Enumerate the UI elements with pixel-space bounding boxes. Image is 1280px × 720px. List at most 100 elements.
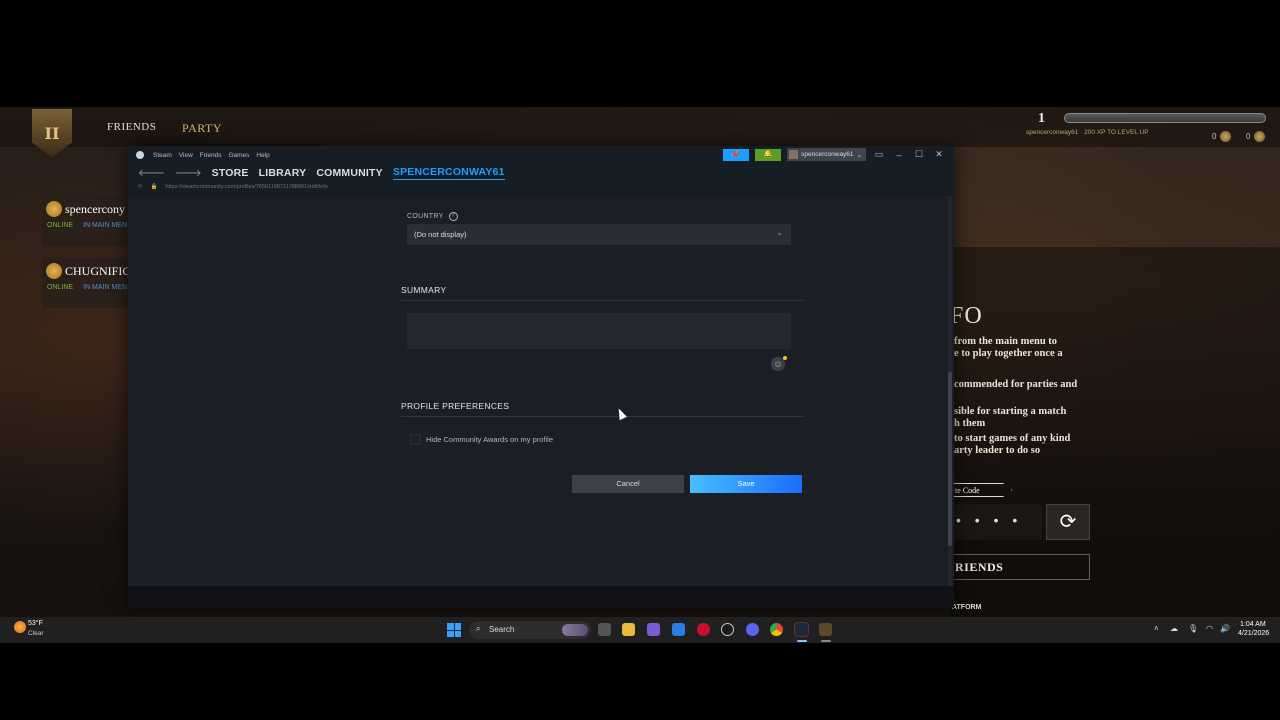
menu-view[interactable]: View xyxy=(179,152,193,159)
search-icon: ⌕ xyxy=(476,624,481,633)
task-view-icon[interactable] xyxy=(598,623,611,636)
invite-code-label: te Code xyxy=(952,483,1012,497)
mail-icon[interactable] xyxy=(672,623,685,636)
avatar xyxy=(789,150,799,159)
steam-menu-bar: Steam View Friends Games Help xyxy=(136,151,270,159)
chevron-up-icon[interactable]: ˄ xyxy=(1154,624,1159,633)
hide-awards-checkbox[interactable] xyxy=(410,434,421,445)
party-info-text: to start games of any kind arty leader t… xyxy=(954,433,1071,456)
menu-steam[interactable]: Steam xyxy=(153,152,172,159)
currency-b-value: 0 xyxy=(1246,132,1251,141)
chevron-down-icon: ⌄ xyxy=(776,228,783,237)
steam-nav-tabs: 🡐 🡒 STORE LIBRARY COMMUNITY SPENCERCONWA… xyxy=(138,166,505,180)
teams-icon[interactable] xyxy=(647,623,660,636)
lock-icon: 🔒 xyxy=(150,184,158,190)
menu-friends[interactable]: Friends xyxy=(200,152,222,159)
steam-window: Steam View Friends Games Help 🡐 🡒 STORE … xyxy=(128,146,954,608)
forward-arrow-icon[interactable]: 🡒 xyxy=(175,167,202,179)
tab-store[interactable]: STORE xyxy=(212,167,249,179)
clock-date[interactable]: 4/21/2026 xyxy=(1238,630,1269,637)
windows-logo-icon xyxy=(454,630,461,637)
steam-icon[interactable] xyxy=(794,622,809,637)
party-info-text: commended for parties and xyxy=(954,379,1078,390)
chrome-icon[interactable] xyxy=(770,623,783,636)
divider xyxy=(401,300,803,301)
hide-awards-label[interactable]: Hide Community Awards on my profile xyxy=(426,435,553,444)
xp-progress-bar xyxy=(1064,113,1266,123)
summary-textarea[interactable] xyxy=(407,313,791,349)
microphone-icon[interactable]: 🎙 xyxy=(1188,624,1198,633)
coin-icon xyxy=(1254,131,1266,142)
country-label: COUNTRY ? xyxy=(407,212,458,221)
party-info-title: FO xyxy=(950,303,983,329)
weather-condition[interactable]: Clear xyxy=(28,630,44,637)
clock-time[interactable]: 1:04 AM xyxy=(1240,621,1266,628)
summary-title: SUMMARY xyxy=(401,285,447,295)
close-icon[interactable]: ✕ xyxy=(932,149,946,160)
xp-status-text: spencerconway61 · 200 XP TO LEVEL UP xyxy=(1026,129,1149,136)
account-menu[interactable]: spencerconway61 ⌄ xyxy=(787,148,866,161)
game-nav-friends[interactable]: FRIENDS xyxy=(107,121,156,133)
obs-icon[interactable] xyxy=(721,623,734,636)
country-select[interactable]: (Do not display) ⌄ xyxy=(407,224,791,245)
game-logo: II xyxy=(32,109,72,157)
volume-icon[interactable]: 🔊 xyxy=(1220,624,1230,633)
opera-icon[interactable] xyxy=(697,623,710,636)
minimize-icon[interactable]: – xyxy=(892,150,906,160)
menu-games[interactable]: Games xyxy=(228,152,249,159)
game-nav-party[interactable]: PARTY xyxy=(182,121,222,136)
save-button[interactable]: Save xyxy=(690,475,802,493)
smiley-icon: ☺ xyxy=(773,359,783,369)
friend-online-status: ONLINE xyxy=(47,284,74,291)
maximize-icon[interactable]: ☐ xyxy=(912,149,926,160)
announcements-button[interactable]: 📣 xyxy=(723,148,750,161)
friend-card[interactable]: CHUGNIFICI ONLINE IN MAIN MEN xyxy=(42,258,134,308)
game-top-bar: II FRIENDS PARTY 1 spencerconway61 · 200… xyxy=(0,107,1280,157)
discord-icon[interactable] xyxy=(746,623,759,636)
url-bar: ⟳ 🔒 https://steamcommunity.com/profiles/… xyxy=(138,184,328,190)
refresh-icon: ⟳ xyxy=(1059,511,1077,533)
file-explorer-icon[interactable] xyxy=(622,623,635,636)
refresh-code-button[interactable]: ⟳ xyxy=(1046,504,1090,540)
windows-logo-icon xyxy=(454,623,461,630)
notifications-button[interactable]: 🔔 xyxy=(755,148,782,161)
friend-card[interactable]: spencercony ONLINE IN MAIN MEN xyxy=(42,196,132,246)
big-picture-icon[interactable]: ▭ xyxy=(872,149,886,160)
help-icon[interactable]: ? xyxy=(448,212,458,221)
chevron-down-icon: ⌄ xyxy=(856,151,862,159)
mouse-cursor-icon xyxy=(615,406,627,421)
windows-logo-icon xyxy=(447,623,454,630)
divider xyxy=(401,416,803,417)
tab-community[interactable]: COMMUNITY xyxy=(316,167,383,179)
search-highlight-image xyxy=(562,624,588,636)
game-icon[interactable] xyxy=(819,623,832,636)
add-friends-button[interactable]: RIENDS xyxy=(950,554,1090,580)
taskbar-search[interactable]: ⌕ Search xyxy=(469,621,591,639)
start-button[interactable] xyxy=(447,623,461,637)
wifi-icon[interactable]: ◠ xyxy=(1206,624,1213,633)
steam-titlebar: Steam View Friends Games Help 🡐 🡒 STORE … xyxy=(128,146,954,196)
invite-code-field[interactable]: • • • • xyxy=(950,504,1042,540)
back-arrow-icon[interactable]: 🡐 xyxy=(138,167,165,179)
reload-icon[interactable]: ⟳ xyxy=(138,184,143,190)
friend-name: spencercony xyxy=(65,202,125,216)
url-text[interactable]: https://steamcommunity.com/profiles/7656… xyxy=(165,184,327,190)
new-indicator-dot xyxy=(783,356,787,360)
scrollbar-thumb[interactable] xyxy=(948,372,952,546)
steam-logo-icon xyxy=(136,151,144,159)
friend-avatar xyxy=(46,263,62,279)
account-name: spencerconway61 xyxy=(801,151,854,158)
weather-temperature[interactable]: 53°F xyxy=(28,620,43,627)
party-info-text: sible for starting a match h them xyxy=(954,406,1067,429)
cancel-button[interactable]: Cancel xyxy=(572,475,684,493)
profile-preferences-title: PROFILE PREFERENCES xyxy=(401,401,510,411)
tab-profile[interactable]: SPENCERCONWAY61 xyxy=(392,166,505,180)
friend-online-status: ONLINE xyxy=(47,222,74,229)
onedrive-icon[interactable]: ☁ xyxy=(1170,624,1178,633)
country-select-value: (Do not display) xyxy=(414,230,467,239)
menu-help[interactable]: Help xyxy=(256,152,269,159)
window-top-right: 📣 🔔 spencerconway61 ⌄ ▭ – ☐ ✕ xyxy=(723,148,946,161)
currency-b: 0 xyxy=(1246,131,1266,142)
tab-library[interactable]: LIBRARY xyxy=(259,167,307,179)
weather-icon[interactable] xyxy=(14,621,26,633)
